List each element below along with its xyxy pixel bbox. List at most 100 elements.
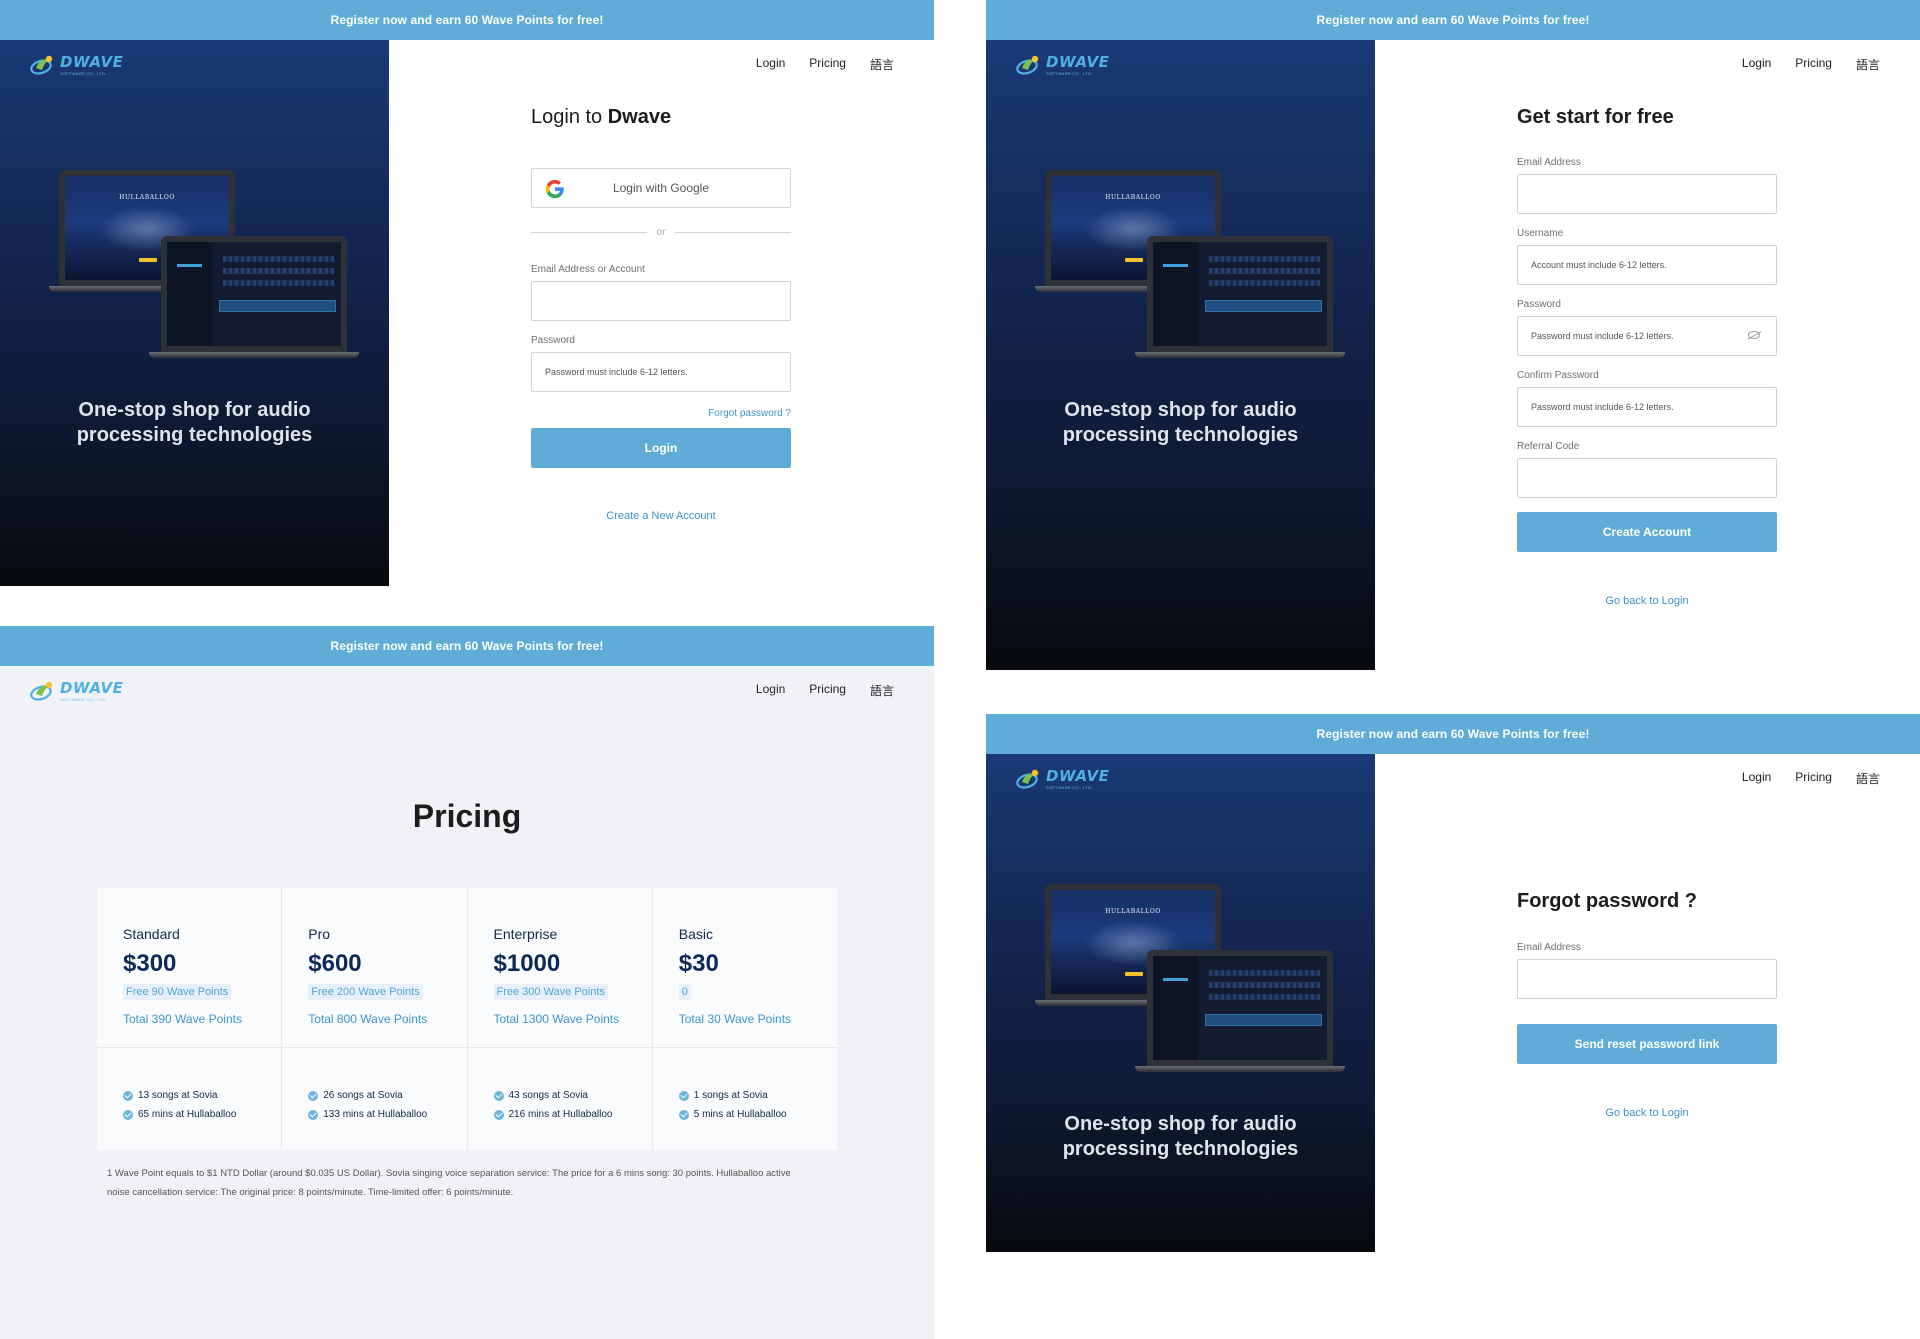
check-icon bbox=[493, 1090, 504, 1101]
promo-banner[interactable]: Register now and earn 60 Wave Points for… bbox=[0, 0, 934, 40]
nav-pricing[interactable]: Pricing bbox=[1795, 56, 1832, 73]
promo-banner[interactable]: Register now and earn 60 Wave Points for… bbox=[986, 714, 1920, 754]
plan-total-points: Total 30 Wave Points bbox=[678, 1012, 792, 1026]
back-to-login-link[interactable]: Go back to Login bbox=[1605, 1107, 1688, 1119]
brand-sub: SOFTWARE CO., LTD. bbox=[1046, 70, 1093, 76]
laptop-screen bbox=[1147, 236, 1333, 354]
app-title: HULLABALLOO bbox=[1105, 908, 1161, 915]
create-account-button[interactable]: Create Account bbox=[1517, 512, 1777, 552]
plan-name: Standard bbox=[123, 926, 180, 942]
back-to-login-link[interactable]: Go back to Login bbox=[1605, 595, 1688, 607]
plan-card[interactable]: Basic $30 0 Total 30 Wave Points 1 songs… bbox=[652, 888, 837, 1150]
plan-feature: 26 songs at Sovia bbox=[308, 1090, 403, 1101]
password-label: Password bbox=[1517, 299, 1561, 310]
username-label: Username bbox=[1517, 228, 1564, 239]
check-icon bbox=[678, 1090, 689, 1101]
logo-bird-icon bbox=[30, 55, 53, 75]
login-title: Login to Dwave bbox=[531, 106, 672, 128]
check-icon bbox=[308, 1109, 319, 1120]
nav-language[interactable]: 語言 bbox=[870, 56, 894, 73]
nav-pricing[interactable]: Pricing bbox=[1795, 770, 1832, 787]
laptops-illustration: HULLABALLOO bbox=[1031, 170, 1345, 360]
plan-free-points: Free 300 Wave Points bbox=[493, 984, 608, 1000]
logo-bird-icon bbox=[30, 681, 53, 701]
logo-bird-icon bbox=[1016, 769, 1039, 789]
app-title: HULLABALLOO bbox=[119, 194, 175, 201]
nav-login[interactable]: Login bbox=[1742, 56, 1771, 73]
nav-language[interactable]: 語言 bbox=[870, 682, 894, 699]
pricing-title: Pricing bbox=[412, 798, 522, 834]
nav-login[interactable]: Login bbox=[756, 682, 785, 699]
check-icon bbox=[123, 1090, 133, 1101]
hero-sidebar: DWAVE SOFTWARE CO., LTD. HULLABALLOO One… bbox=[986, 40, 1375, 670]
promo-banner[interactable]: Register now and earn 60 Wave Points for… bbox=[986, 0, 1920, 40]
plan-free-points: Free 90 Wave Points bbox=[123, 984, 232, 1000]
dwave-logo[interactable]: DWAVE SOFTWARE CO., LTD. bbox=[1016, 54, 1109, 76]
signup-title: Get start for free bbox=[1517, 106, 1674, 128]
nav-pricing[interactable]: Pricing bbox=[809, 56, 846, 73]
hero-sidebar: DWAVE SOFTWARE CO., LTD. HULLABALLOO One… bbox=[986, 754, 1375, 1252]
referral-label: Referral Code bbox=[1517, 441, 1580, 452]
eye-off-icon[interactable] bbox=[1748, 331, 1760, 339]
laptop-screen bbox=[161, 236, 347, 354]
laptops-illustration: HULLABALLOO bbox=[1031, 884, 1345, 1074]
dwave-logo[interactable]: DWAVE SOFTWARE CO., LTD. bbox=[1016, 768, 1109, 790]
plan-card[interactable]: Pro $600 Free 200 Wave Points Total 800 … bbox=[282, 888, 468, 1150]
send-reset-link-button[interactable]: Send reset password link bbox=[1517, 1024, 1777, 1064]
brand-name: DWAVE bbox=[60, 52, 124, 71]
plan-price: $300 bbox=[123, 950, 177, 977]
email-input[interactable] bbox=[531, 281, 791, 321]
nav-language[interactable]: 語言 bbox=[1856, 56, 1880, 73]
username-input[interactable]: Account must include 6-12 letters. bbox=[1517, 245, 1777, 285]
brand-name: DWAVE bbox=[60, 678, 124, 697]
plan-name: Enterprise bbox=[493, 926, 558, 942]
email-input[interactable] bbox=[1517, 959, 1777, 999]
login-button[interactable]: Login bbox=[531, 428, 791, 468]
brand-name: DWAVE bbox=[1046, 766, 1110, 785]
dwave-logo[interactable]: DWAVE SOFTWARE CO., LTD. bbox=[30, 54, 123, 76]
plan-total-points: Total 1300 Wave Points bbox=[493, 1012, 620, 1026]
nav-login[interactable]: Login bbox=[756, 56, 785, 73]
login-panel: Register now and earn 60 Wave Points for… bbox=[0, 0, 934, 586]
forgot-password-link[interactable]: Forgot password ? bbox=[708, 408, 791, 419]
google-login-button[interactable]: Login with Google bbox=[531, 168, 791, 208]
tagline: One-stop shop for audio processing techn… bbox=[1062, 399, 1299, 446]
forgot-password-panel: Register now and earn 60 Wave Points for… bbox=[986, 714, 1920, 1252]
promo-banner[interactable]: Register now and earn 60 Wave Points for… bbox=[0, 626, 934, 666]
dwave-logo[interactable]: DWAVE SOFTWARE CO., LTD. bbox=[30, 680, 123, 702]
nav-pricing[interactable]: Pricing bbox=[809, 682, 846, 699]
hero-sidebar: DWAVE SOFTWARE CO., LTD. HULLABALLOO One… bbox=[0, 40, 389, 586]
confirm-password-input[interactable]: Password must include 6-12 letters. bbox=[1517, 387, 1777, 427]
top-nav: Login Pricing 語言 bbox=[756, 56, 894, 73]
plan-feature: 43 songs at Sovia bbox=[493, 1090, 588, 1101]
check-icon bbox=[123, 1109, 133, 1120]
email-label: Email Address or Account bbox=[531, 264, 645, 275]
email-label: Email Address bbox=[1517, 157, 1581, 168]
referral-code-input[interactable] bbox=[1517, 458, 1777, 498]
plan-total-points: Total 800 Wave Points bbox=[308, 1012, 428, 1026]
tagline: One-stop shop for audio processing techn… bbox=[76, 399, 313, 446]
nav-login[interactable]: Login bbox=[1742, 770, 1771, 787]
plan-name: Pro bbox=[308, 926, 331, 942]
plan-feature: 13 songs at Sovia bbox=[123, 1090, 218, 1101]
brand-name: DWAVE bbox=[1046, 52, 1110, 71]
plan-feature: 1 songs at Sovia bbox=[678, 1090, 768, 1101]
pricing-panel: Register now and earn 60 Wave Points for… bbox=[0, 626, 934, 1339]
pricing-footnote: 1 Wave Point equals to $1 NTD Dollar (ar… bbox=[107, 1168, 791, 1198]
password-input[interactable]: Password must include 6-12 letters. bbox=[531, 352, 791, 392]
plan-free-points: 0 bbox=[678, 984, 691, 1000]
top-nav: Login Pricing 語言 bbox=[756, 682, 894, 699]
plan-feature: 65 mins at Hullaballoo bbox=[123, 1109, 236, 1120]
or-divider: or bbox=[531, 227, 791, 238]
plan-price: $600 bbox=[308, 950, 362, 977]
google-icon bbox=[545, 179, 564, 199]
create-account-link[interactable]: Create a New Account bbox=[606, 510, 715, 522]
plan-feature: 216 mins at Hullaballoo bbox=[493, 1109, 612, 1120]
email-input[interactable] bbox=[1517, 174, 1777, 214]
confirm-password-label: Confirm Password bbox=[1517, 370, 1599, 381]
laptop-screen bbox=[1147, 950, 1333, 1068]
plan-card[interactable]: Enterprise $1000 Free 300 Wave Points To… bbox=[467, 888, 653, 1150]
password-input[interactable]: Password must include 6-12 letters. bbox=[1517, 316, 1777, 356]
nav-language[interactable]: 語言 bbox=[1856, 770, 1880, 787]
plan-card[interactable]: Standard $300 Free 90 Wave Points Total … bbox=[97, 888, 283, 1150]
